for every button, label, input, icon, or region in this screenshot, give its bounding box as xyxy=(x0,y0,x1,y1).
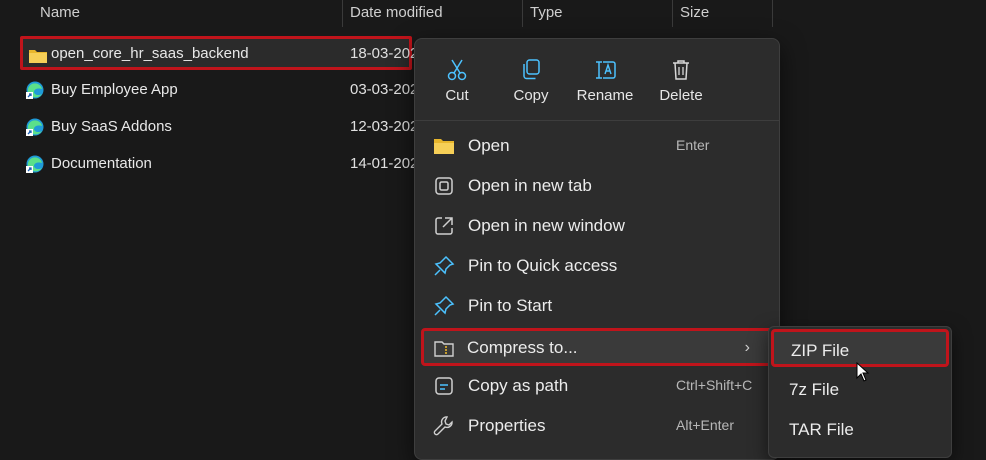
folder-icon xyxy=(29,50,47,63)
submenu-item-tar[interactable]: TAR File xyxy=(775,411,945,447)
compress-submenu: ZIP File 7z File TAR File xyxy=(768,326,952,458)
menu-item-label: Compress to... xyxy=(467,338,578,357)
submenu-item-label: 7z File xyxy=(789,380,840,399)
file-date: 14-01-202 xyxy=(350,155,419,172)
rename-button[interactable]: Rename xyxy=(567,55,643,104)
menu-item-open[interactable]: Open Enter xyxy=(423,128,771,164)
file-name: Documentation xyxy=(51,155,152,172)
copy-path-icon xyxy=(435,377,453,395)
copy-label: Copy xyxy=(513,87,549,104)
copy-icon xyxy=(523,59,540,80)
context-menu: Cut Copy Rename Delete Open Enter Open i… xyxy=(414,38,780,460)
cut-button[interactable]: Cut xyxy=(419,55,495,104)
rename-icon xyxy=(596,61,616,79)
file-row-buy-employee-app[interactable]: Buy Employee App 03-03-202 xyxy=(20,73,418,107)
menu-item-label: Open in new window xyxy=(468,216,625,235)
scissors-icon xyxy=(447,59,467,81)
mouse-cursor-icon xyxy=(856,362,870,382)
menu-item-open-new-tab[interactable]: Open in new tab xyxy=(423,168,771,204)
menu-divider xyxy=(415,120,779,121)
menu-item-properties[interactable]: Properties Alt+Enter xyxy=(423,408,771,444)
column-divider[interactable] xyxy=(522,0,523,27)
file-row-open-core[interactable]: open_core_hr_saas_backend 18-03-202 xyxy=(20,36,418,70)
column-header-type[interactable]: Type xyxy=(530,0,563,27)
trash-icon xyxy=(673,60,689,80)
edge-shortcut-icon xyxy=(26,81,44,99)
menu-item-label: Pin to Start xyxy=(468,296,553,315)
pin-icon xyxy=(434,255,455,276)
new-tab-icon xyxy=(435,177,453,195)
menu-item-label: Copy as path xyxy=(468,376,569,395)
menu-item-pin-quick-access[interactable]: Pin to Quick access xyxy=(423,248,771,284)
column-header-date[interactable]: Date modified xyxy=(350,0,443,27)
file-name: Buy SaaS Addons xyxy=(51,118,172,135)
column-divider[interactable] xyxy=(342,0,343,27)
rename-label: Rename xyxy=(576,87,634,104)
edge-shortcut-icon xyxy=(26,118,44,136)
menu-item-compress[interactable]: Compress to... › xyxy=(421,328,773,366)
submenu-item-label: TAR File xyxy=(789,420,854,439)
compress-icon xyxy=(434,341,454,357)
menu-item-shortcut: Ctrl+Shift+C xyxy=(676,377,753,393)
file-date: 18-03-202 xyxy=(350,45,419,62)
delete-label: Delete xyxy=(659,87,703,104)
copy-button[interactable]: Copy xyxy=(493,55,569,104)
menu-item-label: Properties xyxy=(468,416,546,435)
menu-item-label: Open xyxy=(468,136,510,155)
menu-item-label: Open in new tab xyxy=(468,176,592,195)
menu-item-shortcut: Enter xyxy=(676,137,710,153)
menu-item-copy-as-path[interactable]: Copy as path Ctrl+Shift+C xyxy=(423,368,771,404)
cut-label: Cut xyxy=(445,87,469,104)
edge-shortcut-icon xyxy=(26,155,44,173)
file-name: Buy Employee App xyxy=(51,81,178,98)
sort-caret-icon: ⌃ xyxy=(183,0,191,5)
menu-item-open-new-window[interactable]: Open in new window xyxy=(423,208,771,244)
wrench-icon xyxy=(433,416,453,436)
column-divider[interactable] xyxy=(672,0,673,27)
delete-button[interactable]: Delete xyxy=(643,55,719,104)
folder-icon xyxy=(434,139,454,154)
file-name: open_core_hr_saas_backend xyxy=(51,45,249,62)
file-row-documentation[interactable]: Documentation 14-01-202 xyxy=(20,147,418,181)
pin-icon xyxy=(434,295,455,316)
file-row-buy-saas-addons[interactable]: Buy SaaS Addons 12-03-202 xyxy=(20,110,418,144)
submenu-item-label: ZIP File xyxy=(791,341,850,360)
menu-item-label: Pin to Quick access xyxy=(468,256,618,275)
column-divider[interactable] xyxy=(772,0,773,27)
menu-item-pin-start[interactable]: Pin to Start xyxy=(423,288,771,324)
new-window-icon xyxy=(435,217,453,235)
menu-item-shortcut: Alt+Enter xyxy=(676,417,734,433)
column-header-name[interactable]: Name xyxy=(40,0,80,27)
column-header-size[interactable]: Size xyxy=(680,0,709,27)
chevron-right-icon: › xyxy=(744,339,750,356)
file-date: 03-03-202 xyxy=(350,81,419,98)
file-date: 12-03-202 xyxy=(350,118,419,135)
